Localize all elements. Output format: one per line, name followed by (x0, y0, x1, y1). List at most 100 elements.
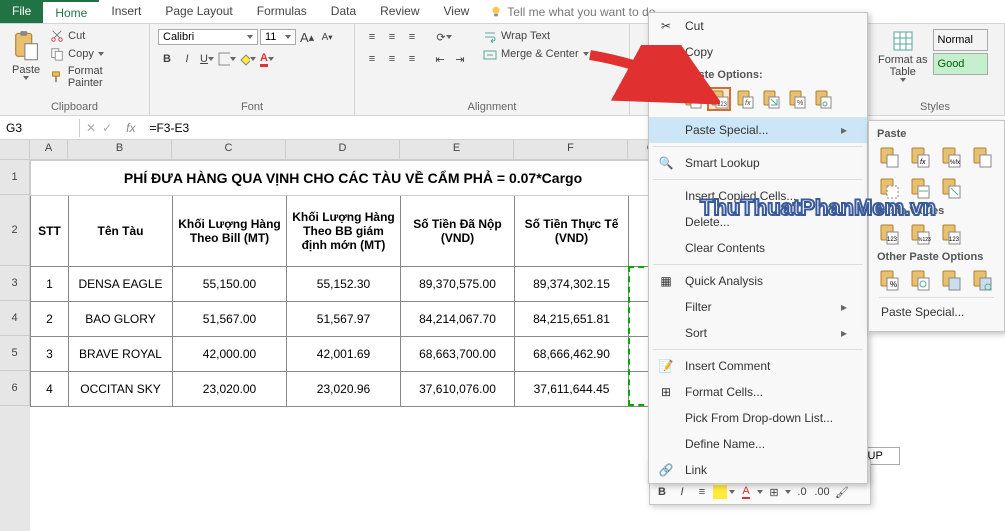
fill-color-button[interactable] (238, 50, 256, 68)
fx-icon[interactable]: fx (118, 121, 143, 135)
sub-paste-values-num[interactable]: %123 (906, 220, 934, 248)
style-good[interactable]: Good (933, 53, 988, 75)
col-header-f[interactable]: F (514, 140, 628, 160)
ctx-insert-comment[interactable]: 📝Insert Comment (649, 353, 867, 379)
col-header-b[interactable]: B (68, 140, 172, 160)
sub-paste-col-widths[interactable] (906, 174, 934, 202)
sub-other-header: Other Paste Options (875, 248, 998, 266)
mini-decimal-dec[interactable]: .0 (793, 483, 811, 501)
ctx-define-name[interactable]: Define Name... (649, 431, 867, 457)
paste-all-button[interactable] (681, 87, 705, 111)
ctx-delete[interactable]: Delete... (649, 209, 867, 235)
col-header-e[interactable]: E (400, 140, 514, 160)
merge-center-button[interactable]: Merge & Center (481, 46, 591, 62)
underline-button[interactable]: U (198, 50, 216, 68)
decrease-font-button[interactable]: A▾ (318, 28, 336, 46)
ctx-quick-analysis[interactable]: ▦Quick Analysis (649, 268, 867, 294)
cut-button[interactable]: Cut (48, 28, 141, 44)
mini-align[interactable]: ≡ (693, 483, 711, 501)
decrease-indent-button[interactable]: ⇤ (431, 50, 449, 68)
cancel-formula-icon[interactable]: ✕ (86, 121, 96, 135)
col-header-a[interactable]: A (30, 140, 68, 160)
copy-button[interactable]: Copy (48, 46, 141, 62)
sub-paste-formatting[interactable]: % (875, 266, 903, 294)
ctx-cut[interactable]: ✂Cut (649, 13, 867, 39)
sub-paste-values[interactable]: 123 (875, 220, 903, 248)
ctx-insert-copied[interactable]: Insert Copied Cells... (649, 183, 867, 209)
row-header-4[interactable]: 4 (0, 301, 30, 336)
align-right-button[interactable]: ≡ (403, 50, 421, 68)
orientation-button[interactable]: ⟳ (435, 28, 453, 46)
align-bottom-button[interactable]: ≡ (403, 28, 421, 46)
ctx-smart-lookup[interactable]: 🔍Smart Lookup (649, 150, 867, 176)
increase-font-button[interactable]: A▴ (298, 28, 316, 46)
row-header-6[interactable]: 6 (0, 371, 30, 406)
sub-paste-no-borders[interactable] (875, 174, 903, 202)
font-size-select[interactable]: 11 (260, 29, 296, 45)
tab-file[interactable]: File (0, 0, 43, 23)
enter-formula-icon[interactable]: ✓ (102, 121, 112, 135)
name-box[interactable]: G3 (0, 119, 80, 137)
sub-paste-linked-picture[interactable] (968, 266, 996, 294)
sub-paste-formulas[interactable]: fx (906, 143, 934, 171)
row-header-3[interactable]: 3 (0, 266, 30, 301)
sub-paste-keep-src[interactable] (968, 143, 996, 171)
wrap-text-button[interactable]: Wrap Text (481, 28, 591, 44)
tab-home[interactable]: Home (43, 0, 99, 23)
mini-bold[interactable]: B (653, 483, 671, 501)
tab-insert[interactable]: Insert (99, 0, 153, 23)
paste-transpose-button[interactable] (759, 87, 783, 111)
ctx-format-cells[interactable]: ⊞Format Cells... (649, 379, 867, 405)
font-color-button[interactable]: A (258, 50, 276, 68)
format-painter-button[interactable]: Format Painter (48, 64, 141, 90)
sub-paste-transpose[interactable] (937, 174, 965, 202)
paste-formulas-button[interactable]: fx (733, 87, 757, 111)
paste-button[interactable]: Paste (8, 28, 44, 82)
borders-button[interactable] (218, 50, 236, 68)
sub-paste-formulas-num[interactable]: %fx (937, 143, 965, 171)
font-name-select[interactable]: Calibri (158, 29, 258, 45)
ctx-clear-contents[interactable]: Clear Contents (649, 235, 867, 261)
paste-values-button[interactable]: 123 (707, 87, 731, 111)
mini-fill-color[interactable] (713, 485, 727, 499)
mini-font-color[interactable]: A (737, 483, 755, 501)
ctx-link[interactable]: 🔗Link (649, 457, 867, 483)
tab-data[interactable]: Data (319, 0, 368, 23)
sub-paste-all[interactable] (875, 143, 903, 171)
italic-button[interactable]: I (178, 50, 196, 68)
mini-format-painter[interactable]: 🖌 (833, 483, 851, 501)
align-middle-button[interactable]: ≡ (383, 28, 401, 46)
style-normal[interactable]: Normal (933, 29, 988, 51)
ctx-pick-list[interactable]: Pick From Drop-down List... (649, 405, 867, 431)
bold-button[interactable]: B (158, 50, 176, 68)
col-header-d[interactable]: D (286, 140, 400, 160)
sub-paste-special-dialog[interactable]: Paste Special... (875, 301, 998, 323)
ctx-paste-special[interactable]: Paste Special...▸ (649, 117, 867, 143)
tab-view[interactable]: View (432, 0, 482, 23)
tab-formulas[interactable]: Formulas (245, 0, 319, 23)
paste-link-button[interactable] (811, 87, 835, 111)
align-left-button[interactable]: ≡ (363, 50, 381, 68)
sub-paste-picture[interactable] (937, 266, 965, 294)
copy-icon: ⧉ (657, 43, 675, 61)
tab-page-layout[interactable]: Page Layout (153, 0, 244, 23)
ctx-copy[interactable]: ⧉Copy (649, 39, 867, 65)
tell-me-search[interactable]: Tell me what you want to do... (481, 0, 673, 23)
format-as-table-button[interactable]: Format as Table (874, 28, 932, 84)
sub-paste-link[interactable] (906, 266, 934, 294)
row-header-2[interactable]: 2 (0, 195, 30, 266)
sub-paste-values-src[interactable]: 123 (937, 220, 965, 248)
row-header-5[interactable]: 5 (0, 336, 30, 371)
mini-decimal-inc[interactable]: .00 (813, 483, 831, 501)
ctx-filter[interactable]: Filter▸ (649, 294, 867, 320)
paste-formatting-button[interactable]: % (785, 87, 809, 111)
increase-indent-button[interactable]: ⇥ (451, 50, 469, 68)
mini-border-2[interactable]: ⊞ (765, 483, 783, 501)
align-center-button[interactable]: ≡ (383, 50, 401, 68)
row-header-1[interactable]: 1 (0, 160, 30, 195)
mini-italic[interactable]: I (673, 483, 691, 501)
col-header-c[interactable]: C (172, 140, 286, 160)
align-top-button[interactable]: ≡ (363, 28, 381, 46)
tab-review[interactable]: Review (368, 0, 431, 23)
ctx-sort[interactable]: Sort▸ (649, 320, 867, 346)
